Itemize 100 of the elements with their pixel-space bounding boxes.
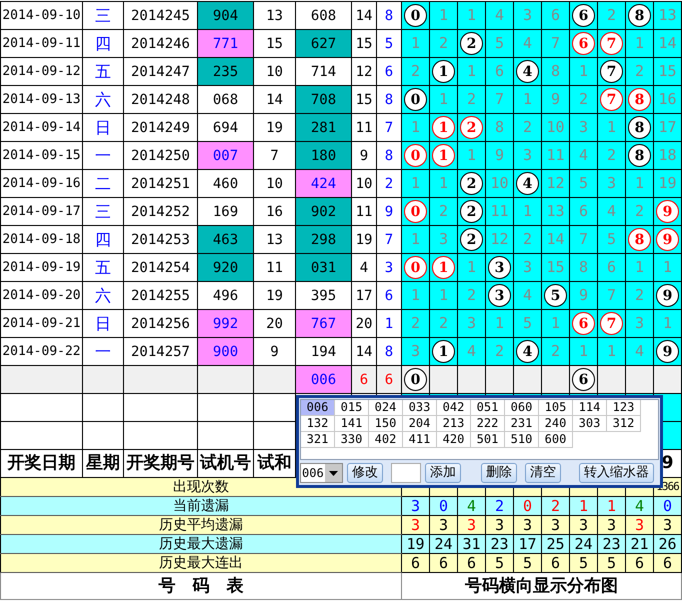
number-ball: 7 bbox=[600, 32, 623, 55]
trial-sum-cell: 9 bbox=[254, 338, 296, 366]
number-list-item[interactable]: 411 bbox=[403, 432, 437, 448]
span-cell: 8 bbox=[376, 2, 402, 30]
number-ball: 1 bbox=[432, 340, 455, 363]
stat-value: 3 bbox=[430, 516, 458, 534]
number-ball: 9 bbox=[656, 284, 679, 307]
miss-count: 8 bbox=[550, 62, 560, 80]
number-list-item[interactable]: 123 bbox=[607, 400, 641, 416]
number-list-item[interactable]: 051 bbox=[471, 400, 505, 416]
number-ball: 4 bbox=[516, 340, 539, 363]
number-list-item[interactable]: 420 bbox=[437, 432, 471, 448]
miss-count: 4 bbox=[522, 34, 532, 52]
miss-count: 3 bbox=[606, 174, 616, 192]
number-list-item[interactable]: 213 bbox=[437, 416, 471, 432]
transfer-button[interactable]: 转入缩水器 bbox=[579, 463, 654, 484]
miss-count: 11 bbox=[490, 202, 509, 220]
number-list-item[interactable]: 303 bbox=[573, 416, 607, 432]
weekday-cell: 五 bbox=[82, 254, 124, 282]
miss-count: 9 bbox=[494, 146, 504, 164]
miss-count: 1 bbox=[662, 258, 672, 276]
miss-count: 1 bbox=[410, 230, 420, 248]
stat-value: 6 bbox=[542, 554, 570, 572]
number-select[interactable]: 006 bbox=[300, 463, 343, 484]
chart-title: 号码横向显示分布图 bbox=[402, 572, 682, 600]
number-list-item[interactable]: 600 bbox=[539, 432, 573, 448]
number-list-item[interactable]: 060 bbox=[505, 400, 539, 416]
stat-label: 历史平均遗漏 bbox=[0, 516, 402, 534]
miss-count: 6 bbox=[606, 258, 616, 276]
stat-label: 当前遗漏 bbox=[0, 496, 402, 516]
sum-cell: 15 bbox=[352, 86, 376, 114]
draw-number-cell: 031 bbox=[296, 254, 352, 282]
sum-cell: 4 bbox=[352, 254, 376, 282]
stat-value: 5 bbox=[570, 554, 598, 572]
issue-cell: 2014249 bbox=[124, 114, 198, 142]
number-list-item[interactable]: 006 bbox=[301, 400, 335, 416]
miss-count: 3 bbox=[522, 258, 532, 276]
number-list-item[interactable]: 312 bbox=[607, 416, 641, 432]
number-list-item[interactable]: 141 bbox=[335, 416, 369, 432]
clear-button[interactable]: 清空 bbox=[525, 463, 561, 484]
sum-cell: 20 bbox=[352, 310, 376, 338]
number-list-item[interactable]: 501 bbox=[471, 432, 505, 448]
issue-cell: 2014252 bbox=[124, 198, 198, 226]
number-list-item[interactable]: 240 bbox=[539, 416, 573, 432]
miss-count: 1 bbox=[494, 314, 504, 332]
number-ball: 2 bbox=[460, 172, 483, 195]
miss-count: 2 bbox=[494, 342, 504, 360]
number-list-item[interactable]: 204 bbox=[403, 416, 437, 432]
weekday-cell: 五 bbox=[82, 58, 124, 86]
miss-count: 17 bbox=[658, 118, 677, 136]
date-cell: 2014-09-18 bbox=[0, 226, 82, 254]
number-input[interactable] bbox=[391, 463, 421, 484]
number-list-item[interactable]: 222 bbox=[471, 416, 505, 432]
number-ball: 9 bbox=[656, 340, 679, 363]
number-list-item[interactable]: 042 bbox=[437, 400, 471, 416]
miss-count: 1 bbox=[438, 286, 448, 304]
miss-count: 3 bbox=[466, 314, 476, 332]
miss-count: 15 bbox=[546, 258, 565, 276]
number-ball: 0 bbox=[404, 144, 427, 167]
miss-count: 5 bbox=[578, 174, 588, 192]
sum-cell: 19 bbox=[352, 226, 376, 254]
miss-count: 2 bbox=[550, 342, 560, 360]
miss-count: 3 bbox=[522, 6, 532, 24]
number-list-item[interactable]: 402 bbox=[369, 432, 403, 448]
miss-count: 2 bbox=[578, 90, 588, 108]
sum-cell: 11 bbox=[352, 198, 376, 226]
stat-label: 历史最大连出 bbox=[0, 554, 402, 572]
number-list-item[interactable]: 132 bbox=[301, 416, 335, 432]
miss-count: 3 bbox=[438, 230, 448, 248]
number-ball: 4 bbox=[516, 60, 539, 83]
miss-count: 2 bbox=[634, 286, 644, 304]
number-ball: 2 bbox=[460, 200, 483, 223]
trial-sum-cell: 11 bbox=[254, 254, 296, 282]
miss-count: 2 bbox=[410, 314, 420, 332]
edit-button[interactable]: 修改 bbox=[347, 463, 383, 484]
number-list-item[interactable]: 150 bbox=[369, 416, 403, 432]
number-list-item[interactable]: 024 bbox=[369, 400, 403, 416]
miss-count: 1 bbox=[466, 62, 476, 80]
stat-value: 2 bbox=[486, 496, 514, 516]
add-button[interactable]: 添加 bbox=[425, 463, 461, 484]
stat-value: 1 bbox=[570, 496, 598, 516]
number-list-item[interactable]: 231 bbox=[505, 416, 539, 432]
column-header: 试和 bbox=[254, 450, 296, 478]
number-list-item[interactable]: 321 bbox=[301, 432, 335, 448]
number-ball: 1 bbox=[432, 116, 455, 139]
number-list-item[interactable]: 330 bbox=[335, 432, 369, 448]
miss-count: 6 bbox=[494, 62, 504, 80]
trial-sum-cell: 13 bbox=[254, 226, 296, 254]
miss-count: 4 bbox=[494, 6, 504, 24]
number-ball: 2 bbox=[460, 228, 483, 251]
number-list-item[interactable]: 105 bbox=[539, 400, 573, 416]
date-cell: 2014-09-21 bbox=[0, 310, 82, 338]
number-list-item[interactable]: 114 bbox=[573, 400, 607, 416]
miss-count: 2 bbox=[438, 202, 448, 220]
miss-count: 8 bbox=[578, 258, 588, 276]
number-list-item[interactable]: 033 bbox=[403, 400, 437, 416]
number-list-item[interactable]: 510 bbox=[505, 432, 539, 448]
delete-button[interactable]: 删除 bbox=[481, 463, 517, 484]
number-list-item[interactable]: 015 bbox=[335, 400, 369, 416]
miss-count: 9 bbox=[550, 90, 560, 108]
